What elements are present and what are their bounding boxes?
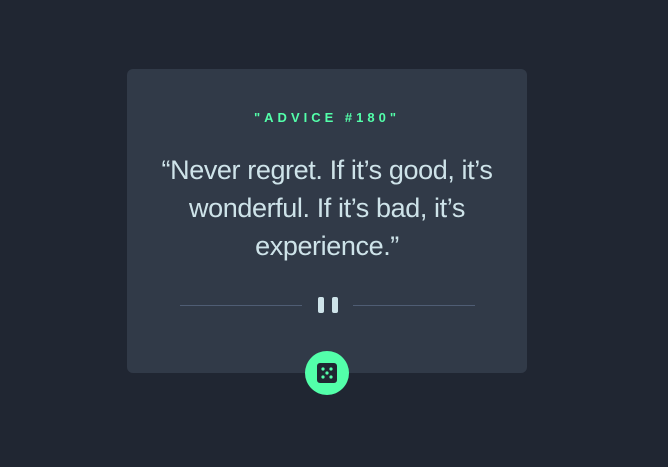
advice-card: "ADVICE #180" “Never regret. If it’s goo… <box>127 69 527 373</box>
advice-quote: “Never regret. If it’s good, it’s wonder… <box>161 155 493 261</box>
pattern-divider <box>180 297 475 313</box>
dice-icon <box>317 363 337 383</box>
divider-line-left <box>180 305 302 306</box>
divider-line-right <box>353 305 475 306</box>
pause-icon <box>318 297 338 313</box>
advice-id: "ADVICE #180" <box>254 110 400 125</box>
dice-button[interactable] <box>305 351 349 395</box>
